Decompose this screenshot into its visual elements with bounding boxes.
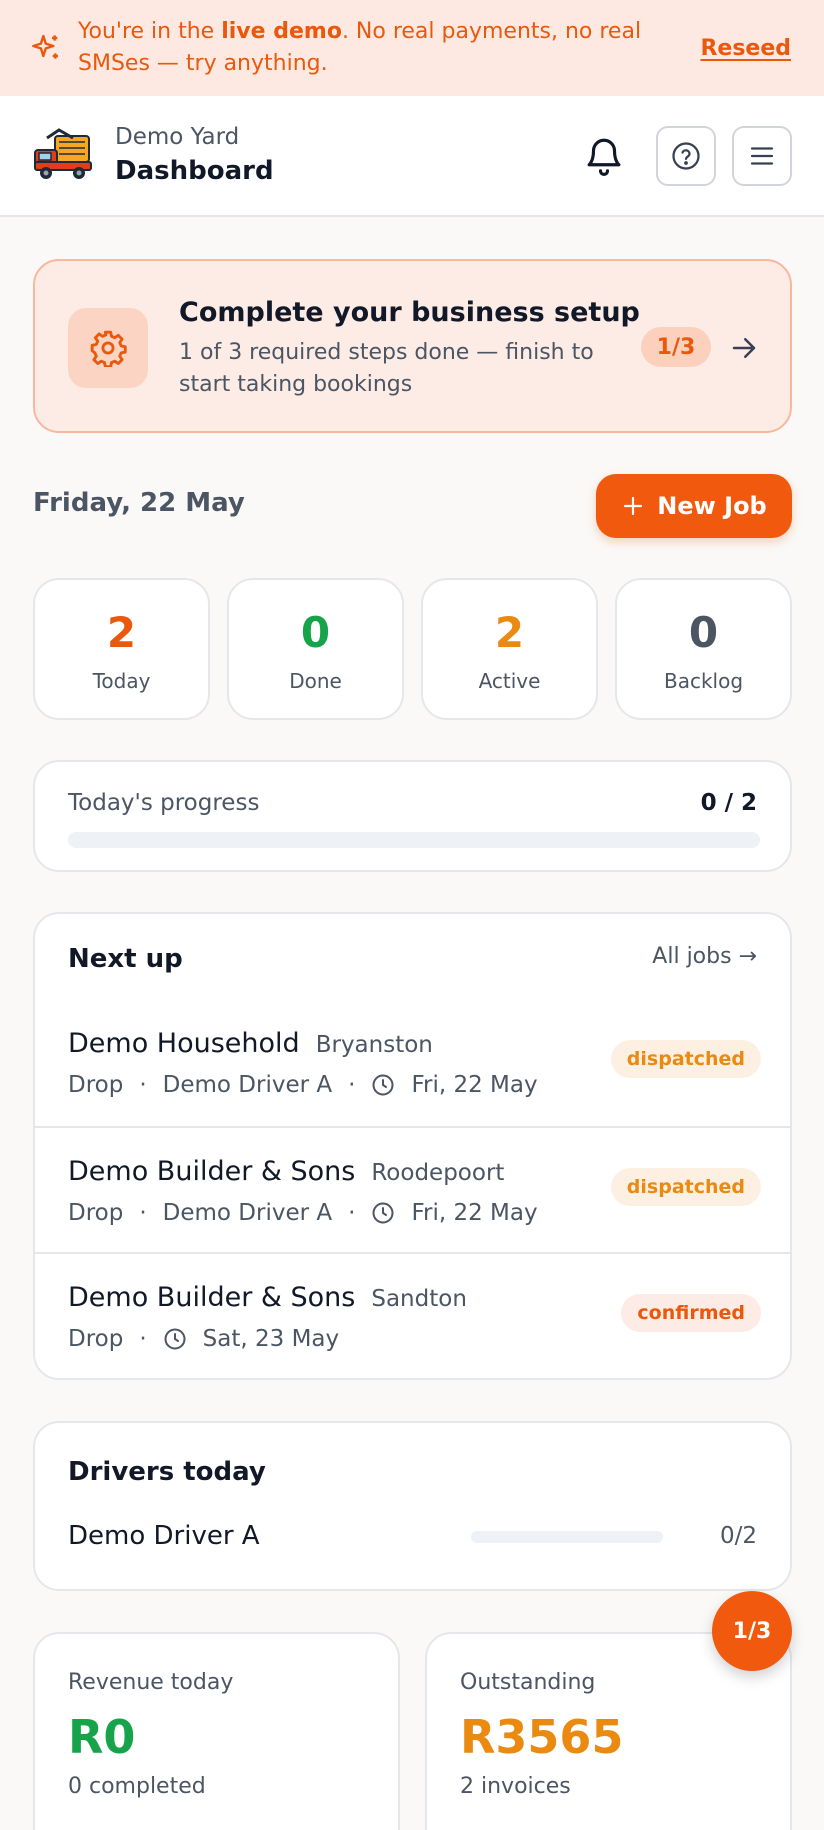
stat-value: 0 <box>688 608 719 657</box>
menu-button[interactable] <box>732 126 792 186</box>
todays-progress-card: Today's progress 0 / 2 <box>33 760 792 872</box>
job-type: Drop <box>68 1200 124 1226</box>
bell-icon[interactable] <box>583 134 625 178</box>
separator-dot: · <box>139 1072 147 1098</box>
job-row[interactable]: Demo Builder & Sons Roodepoort Drop · Dem… <box>35 1126 790 1252</box>
driver-progress-track <box>471 1531 663 1543</box>
job-customer: Demo Builder & Sons <box>68 1156 356 1187</box>
stat-value: 2 <box>494 608 525 657</box>
setup-progress-fab[interactable]: 1/3 <box>712 1591 792 1671</box>
setup-progress-badge: 1/3 <box>641 327 711 367</box>
live-demo-emphasis: live demo <box>221 19 342 44</box>
stat-today[interactable]: 2 Today <box>33 578 210 720</box>
job-area: Sandton <box>371 1286 467 1312</box>
next-up-card: Next up All jobs → Demo Household Bryanst… <box>33 912 792 1380</box>
clock-icon <box>372 1074 394 1096</box>
yard-name: Demo Yard <box>115 123 240 150</box>
sparkles-icon <box>32 34 58 59</box>
driver-job-count: 0/2 <box>719 1523 757 1549</box>
job-customer: Demo Builder & Sons <box>68 1282 356 1313</box>
menu-icon <box>750 147 774 165</box>
job-type: Drop <box>68 1326 124 1352</box>
demo-banner-text: You're in the live demo. No real payment… <box>78 19 642 76</box>
job-driver: Demo Driver A <box>162 1072 333 1098</box>
business-setup-card[interactable]: Complete your business setup 1 of 3 requ… <box>33 259 792 433</box>
outstanding-sub: 2 invoices <box>460 1774 571 1799</box>
driver-name: Demo Driver A <box>68 1521 260 1551</box>
current-date: Friday, 22 May <box>33 488 245 518</box>
job-area: Bryanston <box>315 1032 433 1058</box>
page-title: Dashboard <box>115 155 274 186</box>
revenue-value: R0 <box>68 1710 136 1764</box>
yard-title-block: Demo Yard Dashboard <box>115 122 274 190</box>
stat-done[interactable]: 0 Done <box>227 578 404 720</box>
outstanding-value: R3565 <box>460 1710 624 1764</box>
separator-dot: · <box>348 1072 356 1098</box>
drivers-today-card: Drivers today Demo Driver A 0/2 <box>33 1421 792 1591</box>
separator-dot: · <box>139 1200 147 1226</box>
revenue-label: Revenue today <box>68 1670 234 1695</box>
separator-dot: · <box>139 1326 147 1352</box>
revenue-sub: 0 completed <box>68 1774 206 1799</box>
revenue-today-card[interactable]: Revenue today R0 0 completed <box>33 1632 400 1830</box>
help-button[interactable] <box>656 126 716 186</box>
status-badge: confirmed <box>621 1294 761 1332</box>
plus-icon <box>624 496 643 516</box>
job-customer: Demo Household <box>68 1028 300 1059</box>
separator-dot: · <box>348 1200 356 1226</box>
clock-icon <box>372 1202 394 1224</box>
outstanding-label: Outstanding <box>460 1670 596 1695</box>
job-type: Drop <box>68 1072 124 1098</box>
drivers-title: Drivers today <box>68 1457 266 1487</box>
setup-subtitle: 1 of 3 required steps done — finish to s… <box>179 340 594 397</box>
job-row[interactable]: Demo Household Bryanston Drop · Demo Driv… <box>35 1000 790 1126</box>
setup-title: Complete your business setup <box>179 297 640 328</box>
job-date: Sat, 23 May <box>202 1326 340 1352</box>
stat-label: Active <box>478 669 541 693</box>
arrow-right-icon <box>732 338 756 358</box>
job-date: Fri, 22 May <box>411 1072 538 1098</box>
next-up-title: Next up <box>68 944 183 974</box>
stat-value: 2 <box>106 608 137 657</box>
stat-label: Today <box>92 669 151 693</box>
clock-icon <box>164 1328 186 1350</box>
progress-count: 0 / 2 <box>700 790 757 816</box>
skip-truck-logo <box>34 127 92 179</box>
setup-icon-box <box>68 308 148 388</box>
job-row[interactable]: Demo Builder & Sons Sandton Drop · Sat, 2… <box>35 1252 790 1378</box>
stat-value: 0 <box>300 608 331 657</box>
gear-icon <box>90 330 127 367</box>
all-jobs-link[interactable]: All jobs → <box>652 944 757 969</box>
reseed-link[interactable]: Reseed <box>700 36 791 61</box>
stat-label: Backlog <box>663 669 744 693</box>
app-header: Demo Yard Dashboard <box>0 96 824 217</box>
stat-label: Done <box>289 669 342 693</box>
job-area: Roodepoort <box>371 1160 505 1186</box>
progress-track <box>68 832 760 848</box>
status-badge: dispatched <box>610 1040 761 1078</box>
new-job-button[interactable]: New Job <box>596 474 792 538</box>
help-icon <box>672 142 700 170</box>
job-date: Fri, 22 May <box>411 1200 538 1226</box>
status-badge: dispatched <box>610 1168 761 1206</box>
stat-active[interactable]: 2 Active <box>421 578 598 720</box>
stat-backlog[interactable]: 0 Backlog <box>615 578 792 720</box>
demo-banner: You're in the live demo. No real payment… <box>0 0 824 96</box>
progress-label: Today's progress <box>68 790 260 816</box>
new-job-label: New Job <box>657 492 767 520</box>
job-driver: Demo Driver A <box>162 1200 333 1226</box>
